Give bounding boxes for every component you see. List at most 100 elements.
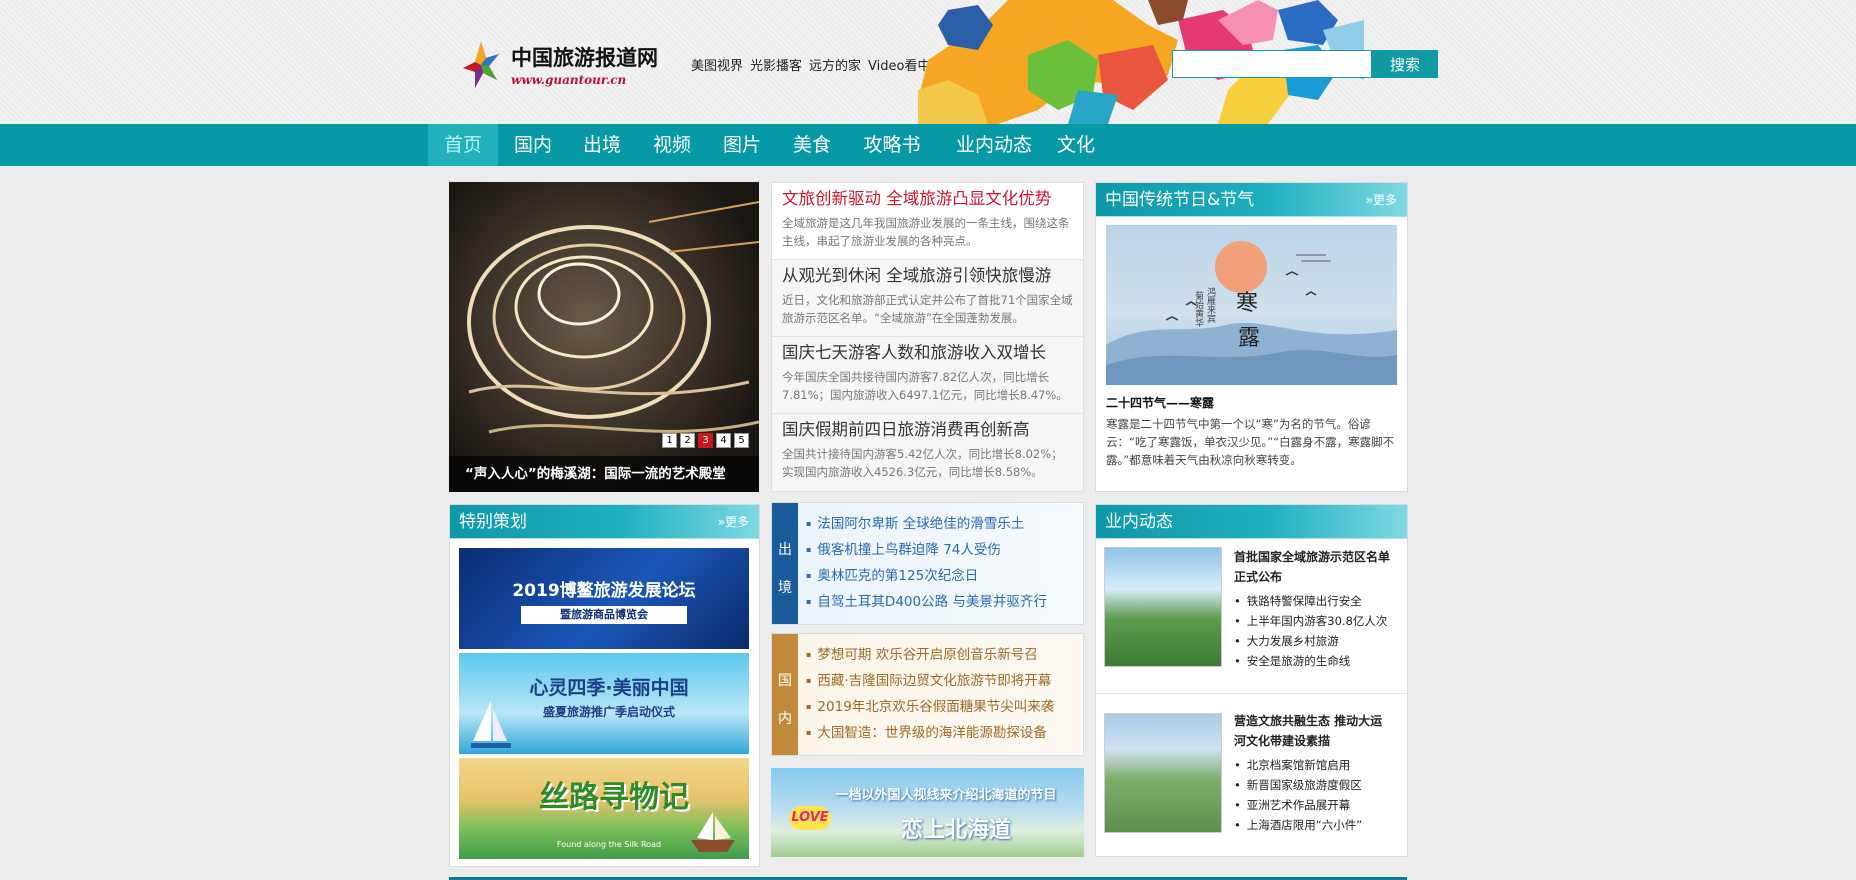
ship-icon xyxy=(691,812,735,852)
festival-header: 中国传统节日&节气 »更多 xyxy=(1096,183,1407,217)
industry-divider xyxy=(1096,693,1407,694)
nav-item-industry[interactable]: 业内动态 xyxy=(946,124,1042,166)
list-item[interactable]: 铁路特警保障出行安全 xyxy=(1234,591,1387,611)
hanlu-illustration: 寒 露 鸿雁来宾 菊始黄华 xyxy=(1106,241,1397,385)
site-name: 中国旅游报道网 xyxy=(511,46,658,70)
headline-desc: 全域旅游是这几年我国旅游业发展的一条主线，围绕这条主线，串起了旅游业发展的各种亮… xyxy=(782,216,1070,248)
ad-bottom-text: 恋上北海道 xyxy=(900,818,1011,843)
headline-title[interactable]: 国庆假期前四日旅游消费再创新高 xyxy=(782,419,1073,441)
image-text-small1: 鸿雁来宾 xyxy=(1205,286,1216,324)
site-url: www.guantour.cn xyxy=(511,73,627,87)
slider-page-5[interactable]: 5 xyxy=(734,433,749,448)
banner-summer-tourism[interactable]: 心灵四季·美丽中国 盛夏旅游推广季启动仪式 xyxy=(459,653,749,754)
photo-slider[interactable]: 1 2 3 4 5 “声入人心”的梅溪湖：国际一流的艺术殿堂 xyxy=(449,182,759,492)
search-button[interactable]: 搜索 xyxy=(1372,50,1438,78)
ad-top-text: 一档以外国人视线来介绍北海道的节目 xyxy=(835,788,1057,803)
list-item[interactable]: 安全是旅游的生命线 xyxy=(1234,651,1387,671)
banner-silk-road[interactable]: 丝路寻物记 Found along the Silk Road xyxy=(459,758,749,859)
list-item[interactable]: 自驾土耳其D400公路 与美景并驱齐行 xyxy=(806,589,1046,615)
nav-item-home[interactable]: 首页 xyxy=(428,124,498,166)
special-title: 特别策划 xyxy=(459,512,527,532)
slider-page-3[interactable]: 3 xyxy=(698,433,713,448)
site-logo[interactable]: 中国旅游报道网 www.guantour.cn xyxy=(459,40,669,92)
list-item[interactable]: 法国阿尔卑斯 全球绝佳的滑雪乐土 xyxy=(806,511,1047,537)
slider-page-2[interactable]: 2 xyxy=(680,433,695,448)
list-item[interactable]: 大力发展乡村旅游 xyxy=(1234,631,1387,651)
search-form: 搜索 xyxy=(1172,50,1438,78)
image-text-lu: 露 xyxy=(1238,326,1260,351)
star-logo-icon xyxy=(463,42,499,88)
headline-desc: 今年国庆全国共接待国内游客7.82亿人次，同比增长7.81%；国内旅游收入649… xyxy=(782,370,1068,402)
slider-page-4[interactable]: 4 xyxy=(716,433,731,448)
slider-pagination: 1 2 3 4 5 xyxy=(662,433,749,448)
headline-item: 国庆七天游客人数和旅游收入双增长 今年国庆全国共接待国内游客7.82亿人次，同比… xyxy=(772,337,1083,414)
list-item[interactable]: 北京档案馆新馆启用 xyxy=(1234,755,1362,775)
industry-thumb-1[interactable] xyxy=(1104,547,1222,667)
festival-title: 中国传统节日&节气 xyxy=(1105,190,1255,210)
domestic-tab-panel: 国内 梦想可期 欢乐谷开启原创音乐新号召 西藏·吉隆国际边贸文化旅游节即将开幕 … xyxy=(771,633,1084,756)
list-item[interactable]: 亚洲艺术作品展开幕 xyxy=(1234,795,1362,815)
sailboat-icon xyxy=(471,701,511,748)
outbound-tab-panel: 出境 法国阿尔卑斯 全球绝佳的滑雪乐土 俄客机撞上鸟群迫降 74人受伤 奥林匹克… xyxy=(771,502,1084,625)
domestic-list: 梦想可期 欢乐谷开启原创音乐新号召 西藏·吉隆国际边贸文化旅游节即将开幕 201… xyxy=(806,642,1054,746)
industry-bullets-1: 铁路特警保障出行安全 上半年国内游客30.8亿人次 大力发展乡村旅游 安全是旅游… xyxy=(1234,591,1388,671)
headline-title[interactable]: 从观光到休闲 全域旅游引领快旅慢游 xyxy=(782,265,1073,287)
slider-caption[interactable]: “声入人心”的梅溪湖：国际一流的艺术殿堂 xyxy=(449,456,759,492)
festival-image[interactable]: 寒 露 鸿雁来宾 菊始黄华 xyxy=(1106,225,1397,385)
festival-desc: 寒露是二十四节气中第一个以“寒”为名的节气。俗谚云：“吃了寒露饭，单衣汉少见。”… xyxy=(1106,417,1395,467)
banner-silkroad-line2: Found along the Silk Road xyxy=(556,840,662,849)
festival-panel: 中国传统节日&节气 »更多 寒 露 鸿雁来宾 菊始黄华 二十四节气——寒露 寒露… xyxy=(1095,182,1408,492)
festival-caption[interactable]: 二十四节气——寒露 xyxy=(1106,394,1214,411)
domestic-tab-label[interactable]: 国内 xyxy=(772,634,798,755)
nav-item-guidebook[interactable]: 攻略书 xyxy=(858,124,926,166)
top-link-photo[interactable]: 美图视界 xyxy=(691,59,743,74)
outbound-tab-label[interactable]: 出境 xyxy=(772,503,798,624)
list-item[interactable]: 2019年北京欢乐谷假面糖果节尖叫来袭 xyxy=(806,694,1054,720)
list-item[interactable]: 俄客机撞上鸟群迫降 74人受伤 xyxy=(806,537,1047,563)
nav-item-food[interactable]: 美食 xyxy=(784,124,840,166)
headline-title[interactable]: 国庆七天游客人数和旅游收入双增长 xyxy=(782,342,1073,364)
festival-more-link[interactable]: »更多 xyxy=(1366,183,1397,217)
headline-item: 从观光到休闲 全域旅游引领快旅慢游 近日，文化和旅游部正式认定并公布了首批71个… xyxy=(772,260,1083,337)
headline-item: 国庆假期前四日旅游消费再创新高 全国共计接待国内游客5.42亿人次，同比增长8.… xyxy=(772,414,1083,491)
hokkaido-ad-banner[interactable]: 一档以外国人视线来介绍北海道的节目 恋上北海道 LOVE xyxy=(771,768,1084,857)
nav-item-culture[interactable]: 文化 xyxy=(1048,124,1104,166)
industry-headline-2[interactable]: 营造文旅共融生态 推动大运河文化带建设素描 xyxy=(1234,711,1394,751)
list-item[interactable]: 西藏·吉隆国际边贸文化旅游节即将开幕 xyxy=(806,668,1054,694)
list-item[interactable]: 上半年国内游客30.8亿人次 xyxy=(1234,611,1388,631)
list-item[interactable]: 奥林匹克的第125次纪念日 xyxy=(806,563,1047,589)
list-item[interactable]: 新晋国家级旅游度假区 xyxy=(1234,775,1362,795)
banner-boao-line2: 暨旅游商品博览会 xyxy=(521,606,687,624)
slider-page-1[interactable]: 1 xyxy=(662,433,677,448)
search-input[interactable] xyxy=(1172,50,1372,78)
list-item[interactable]: 梦想可期 欢乐谷开启原创音乐新号召 xyxy=(806,642,1054,668)
headline-item: 文旅创新驱动 全域旅游凸显文化优势 全域旅游是这几年我国旅游业发展的一条主线，围… xyxy=(772,183,1083,260)
industry-header: 业内动态 xyxy=(1096,505,1407,539)
banner-boao-line1: 2019博鳌旅游发展论坛 xyxy=(512,581,696,601)
headline-title[interactable]: 文旅创新驱动 全域旅游凸显文化优势 xyxy=(782,188,1073,210)
image-text-han: 寒 xyxy=(1236,291,1258,316)
banner-summer-line2: 盛夏旅游推广季启动仪式 xyxy=(542,705,675,719)
top-links: 美图视界 光影播客 远方的家 Video看中国 xyxy=(691,55,950,74)
special-more-link[interactable]: »更多 xyxy=(718,505,749,539)
nav-item-pictures[interactable]: 图片 xyxy=(714,124,770,166)
banner-boao-forum[interactable]: 2019博鳌旅游发展论坛 暨旅游商品博览会 xyxy=(459,548,749,649)
nav-item-domestic[interactable]: 国内 xyxy=(505,124,561,166)
nav-item-video[interactable]: 视频 xyxy=(644,124,700,166)
list-item[interactable]: 上海酒店限用“六小件” xyxy=(1234,815,1362,835)
site-header: 中国旅游报道网 www.guantour.cn 美图视界 光影播客 远方的家 Vide… xyxy=(0,0,1856,124)
banner-summer-line1: 心灵四季·美丽中国 xyxy=(529,677,689,699)
industry-headline-1[interactable]: 首批国家全域旅游示范区名单正式公布 xyxy=(1234,547,1394,587)
headline-desc: 近日，文化和旅游部正式认定并公布了首批71个国家全域旅游示范区名单。“全域旅游”… xyxy=(782,293,1073,325)
top-link-podcast[interactable]: 光影播客 xyxy=(750,59,802,74)
industry-thumb-2[interactable] xyxy=(1104,713,1222,833)
nav-item-outbound[interactable]: 出境 xyxy=(574,124,630,166)
ad-love-badge: LOVE xyxy=(789,806,831,830)
industry-title: 业内动态 xyxy=(1105,512,1173,532)
banner-silkroad-line1: 丝路寻物记 xyxy=(539,780,689,815)
top-link-home-far[interactable]: 远方的家 xyxy=(809,59,861,74)
industry-bullets-2: 北京档案馆新馆启用 新晋国家级旅游度假区 亚洲艺术作品展开幕 上海酒店限用“六小… xyxy=(1234,755,1362,835)
outbound-list: 法国阿尔卑斯 全球绝佳的滑雪乐土 俄客机撞上鸟群迫降 74人受伤 奥林匹克的第1… xyxy=(806,511,1047,615)
list-item[interactable]: 大国智造：世界级的海洋能源勘探设备 xyxy=(806,720,1054,746)
headline-list: 文旅创新驱动 全域旅游凸显文化优势 全域旅游是这几年我国旅游业发展的一条主线，围… xyxy=(771,182,1084,492)
